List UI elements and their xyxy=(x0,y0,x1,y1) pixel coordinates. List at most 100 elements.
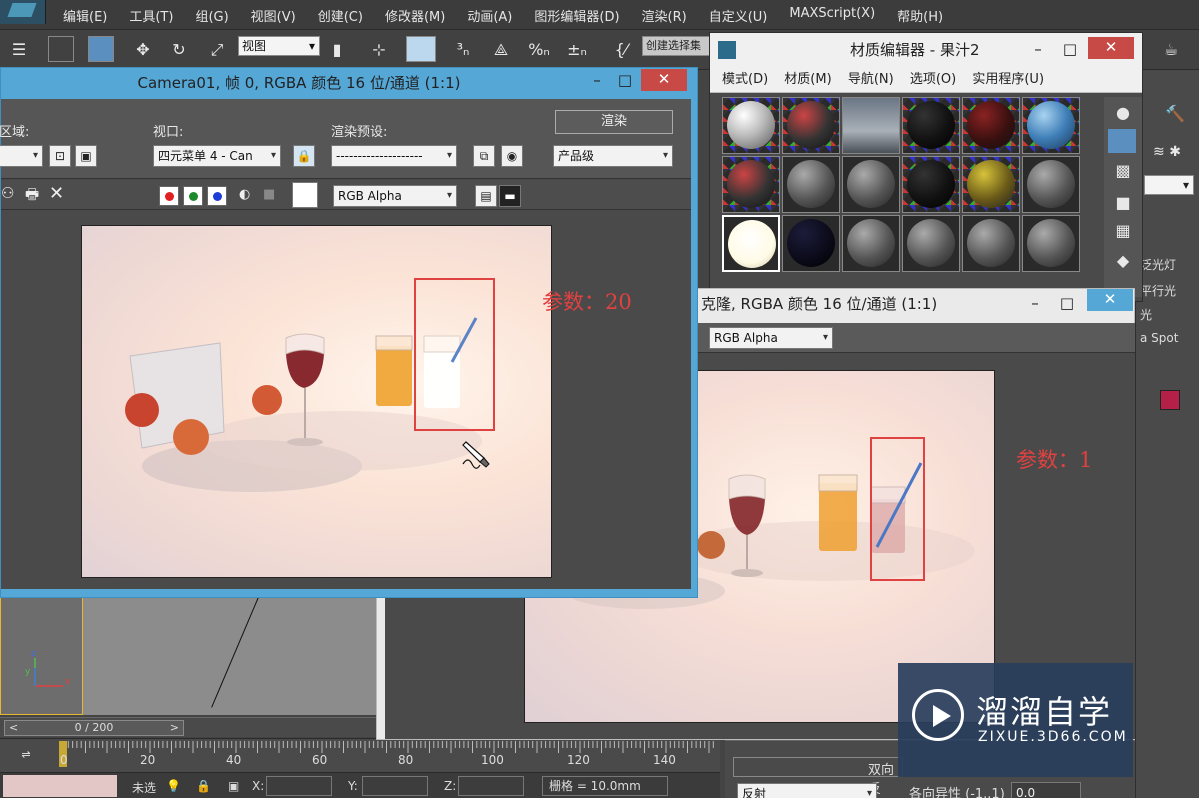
y-coord-input[interactable] xyxy=(362,776,428,796)
alpha-channel-icon[interactable]: ◐ xyxy=(239,187,250,202)
material-slot[interactable] xyxy=(962,215,1020,272)
channel-select[interactable]: RGB Alpha ▾ xyxy=(709,327,833,349)
keyboard-shortcut-icon[interactable] xyxy=(406,36,436,62)
material-slot[interactable] xyxy=(902,97,960,154)
absolute-mode-icon[interactable]: ▣ xyxy=(228,779,239,793)
rotate-icon[interactable]: ↻ xyxy=(166,36,192,64)
material-slot[interactable] xyxy=(842,97,900,154)
material-editor-window[interactable]: 材质编辑器 - 果汁2 – □ ✕ 模式(D) 材质(M) 导航(N) 选项(O… xyxy=(709,32,1143,302)
rect-select-icon[interactable] xyxy=(48,36,74,62)
time-next-button[interactable]: > xyxy=(170,721,179,735)
color-swatch[interactable] xyxy=(292,182,318,208)
backlight-icon[interactable] xyxy=(1108,129,1136,153)
menu-views[interactable]: 视图(V) xyxy=(251,6,296,25)
auto-region-icon[interactable]: ▣ xyxy=(75,145,97,167)
sample-uv-icon[interactable]: ■ xyxy=(1104,189,1142,217)
mini-curve-icon[interactable]: ⇌ xyxy=(8,741,44,769)
reference-coord-select[interactable]: 视图 ▾ xyxy=(238,36,320,56)
material-slot[interactable] xyxy=(722,97,780,154)
minimize-button[interactable]: – xyxy=(587,70,607,92)
lock-viewport-icon[interactable]: 🔒 xyxy=(293,145,315,167)
toggle-ui-icon[interactable]: ▬ xyxy=(499,185,521,207)
material-slot[interactable] xyxy=(842,215,900,272)
material-slot[interactable] xyxy=(782,97,840,154)
select-list-icon[interactable]: ☰ xyxy=(8,36,30,64)
material-slot[interactable] xyxy=(842,156,900,213)
max-logo-icon[interactable] xyxy=(0,0,46,24)
snap-toggle-icon[interactable]: ³ₙ xyxy=(448,36,478,64)
light-type-select[interactable]: ▾ xyxy=(1144,175,1194,195)
close-button[interactable]: ✕ xyxy=(1087,289,1133,311)
mono-icon[interactable]: ■ xyxy=(263,187,275,202)
isolate-icon[interactable]: 💡 xyxy=(166,779,181,793)
light-color-swatch[interactable] xyxy=(1160,390,1180,410)
menu-edit[interactable]: 编辑(E) xyxy=(63,6,107,25)
hammer-icon[interactable]: 🔨 xyxy=(1160,100,1190,128)
menu-help[interactable]: 帮助(H) xyxy=(897,6,943,25)
percent-snap-icon[interactable]: %ₙ xyxy=(524,36,554,64)
clone-window-title[interactable]: 克隆, RGBA 颜色 16 位/通道 (1:1) xyxy=(701,289,937,319)
spinner-snap-icon[interactable]: ±ₙ xyxy=(562,36,592,64)
maximize-button[interactable]: □ xyxy=(1055,293,1079,315)
menu-tools[interactable]: 工具(T) xyxy=(129,6,173,25)
render-level-select[interactable]: 产品级 ▾ xyxy=(553,145,673,167)
particles-icon[interactable]: ≋ ✱ xyxy=(1140,138,1194,166)
menu-customize[interactable]: 自定义(U) xyxy=(709,6,768,25)
clone-window-icon[interactable]: ⚇ xyxy=(1,184,14,202)
menu-graph-editors[interactable]: 图形编辑器(D) xyxy=(534,6,619,25)
background-icon[interactable]: ▩ xyxy=(1104,157,1142,185)
edit-region-icon[interactable]: ⊡ xyxy=(49,145,71,167)
green-channel-toggle[interactable] xyxy=(183,186,203,206)
command-item-direct[interactable]: 平行光 xyxy=(1140,282,1176,299)
z-coord-input[interactable] xyxy=(458,776,524,796)
pivot-icon[interactable]: ▮ xyxy=(324,36,350,64)
material-slot[interactable] xyxy=(722,156,780,213)
x-coord-input[interactable] xyxy=(266,776,332,796)
maximize-button[interactable]: □ xyxy=(1058,39,1082,61)
material-slot[interactable] xyxy=(962,97,1020,154)
environment-icon[interactable]: ◉ xyxy=(501,145,523,167)
window-crossing-icon[interactable] xyxy=(88,36,114,62)
lock-selection-icon[interactable]: 🔒 xyxy=(196,779,211,793)
anisotropy-input[interactable]: 0.0 xyxy=(1011,782,1081,798)
render-preset-select[interactable]: -------------------- ▾ xyxy=(331,145,457,167)
render-setup-icon[interactable]: ⧉ xyxy=(473,145,495,167)
named-selection-field[interactable]: 创建选择集 xyxy=(642,36,712,56)
command-item-skylight[interactable]: 光 xyxy=(1140,306,1152,323)
material-slot[interactable] xyxy=(962,156,1020,213)
menu-mode[interactable]: 模式(D) xyxy=(722,72,768,87)
edit-named-sel-icon[interactable]: {⁄ xyxy=(606,36,636,64)
minimize-button[interactable]: – xyxy=(1026,39,1050,61)
print-icon[interactable]: 🖶 xyxy=(25,184,39,209)
viewport-select[interactable]: 四元菜单 4 - Can ▾ xyxy=(153,145,281,167)
close-button[interactable]: ✕ xyxy=(641,69,687,91)
time-slider[interactable]: < 0 / 200 > xyxy=(4,720,184,736)
blue-channel-toggle[interactable] xyxy=(207,186,227,206)
material-slot[interactable] xyxy=(902,215,960,272)
rollout-bidirectional[interactable]: 双向反 xyxy=(733,757,903,797)
command-item-spot[interactable]: a Spot xyxy=(1140,331,1178,345)
menu-maxscript[interactable]: MAXScript(X) xyxy=(789,6,875,25)
menu-rendering[interactable]: 渲染(R) xyxy=(642,6,687,25)
maxscript-listener-field[interactable] xyxy=(3,775,117,797)
select-manipulate-icon[interactable]: ⊹ xyxy=(366,36,392,64)
menu-group[interactable]: 组(G) xyxy=(195,6,228,25)
maximize-button[interactable]: □ xyxy=(615,70,635,92)
video-color-check-icon[interactable]: ▦ xyxy=(1104,217,1142,245)
material-editor-titlebar[interactable]: 材质编辑器 - 果汁2 – □ ✕ xyxy=(710,33,1142,67)
clear-icon[interactable]: ✕ xyxy=(49,183,64,204)
menu-material[interactable]: 材质(M) xyxy=(784,72,831,87)
menu-animation[interactable]: 动画(A) xyxy=(467,6,512,25)
render-button[interactable]: 渲染 xyxy=(555,110,673,134)
teapot-render-icon[interactable]: ☕ xyxy=(1156,36,1186,64)
angle-snap-icon[interactable]: ⟁ xyxy=(486,36,516,64)
scale-icon[interactable]: ⤢ xyxy=(204,36,230,64)
track-bar[interactable] xyxy=(0,738,720,772)
move-icon[interactable]: ✥ xyxy=(130,36,156,64)
material-slot[interactable] xyxy=(902,156,960,213)
material-slot[interactable] xyxy=(782,215,840,272)
reflection-select[interactable]: 反射 ▾ xyxy=(737,783,877,798)
material-slot[interactable] xyxy=(1022,215,1080,272)
material-slot[interactable] xyxy=(1022,97,1080,154)
close-button[interactable]: ✕ xyxy=(1088,37,1134,59)
